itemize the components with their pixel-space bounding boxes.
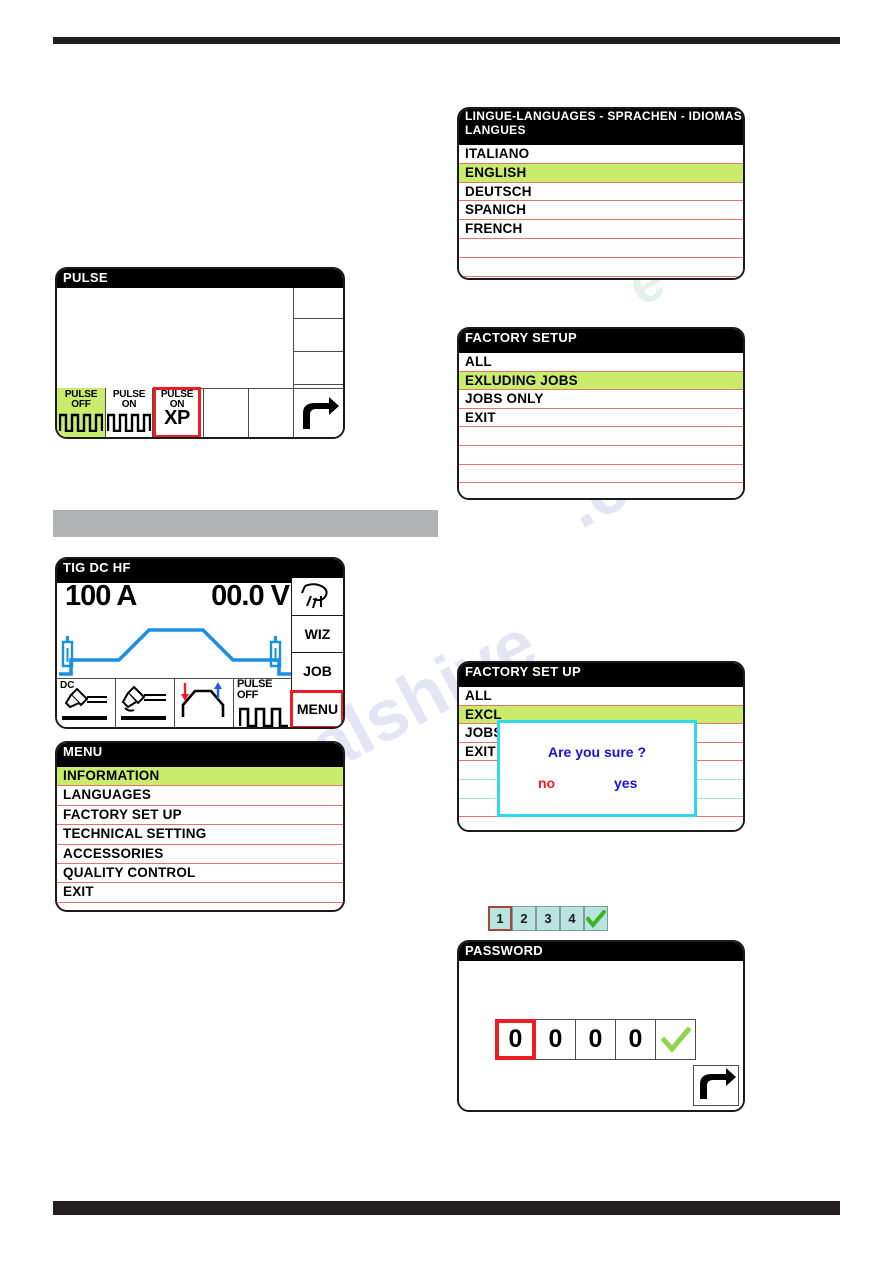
tig-readout-area: 100 A 00.0 V: [57, 578, 293, 678]
password-chip-2[interactable]: 2: [512, 906, 536, 931]
password-screen: PASSWORD 0 0 0 0: [457, 940, 745, 1112]
languages-screen: LINGUE-LANGUAGES - SPRACHEN - IDIOMAS LA…: [457, 107, 745, 280]
language-item-spanich[interactable]: SPANICH: [459, 201, 743, 221]
tig-welding-screen: TIG DC HF 100 A 00.0 V DC PULSE OFF WIZ …: [55, 557, 345, 729]
factory-setup-screen: FACTORY SETUP ALL EXLUDING JOBS JOBS ONL…: [457, 327, 745, 500]
weld-ramp-waveform: [59, 628, 291, 676]
password-confirm-button[interactable]: [655, 1019, 696, 1060]
pulse-wave-icon: [59, 413, 103, 432]
factory-setup-confirm-title: FACTORY SET UP: [459, 663, 743, 687]
grid-hline: [293, 351, 343, 352]
section-gray-band: [53, 510, 438, 537]
pulse-off-button[interactable]: PULSE OFF: [57, 388, 105, 437]
factory-setup-item-empty: [459, 446, 743, 465]
menu-screen-title: MENU: [57, 743, 343, 767]
tig-pulse-button[interactable]: PULSE OFF: [234, 679, 293, 727]
pulse-wave-icon: [107, 413, 151, 432]
factory-setup-confirm-list: ALL EXCL JOBS EXIT Are you sure ? no yes: [459, 687, 743, 830]
pulse-xp-text: XP: [164, 407, 190, 429]
tig-job-button[interactable]: JOB: [291, 653, 343, 691]
pulse-on-button[interactable]: PULSE ON: [105, 388, 153, 437]
menu-item-information[interactable]: INFORMATION: [57, 767, 343, 787]
language-item-french[interactable]: FRENCH: [459, 220, 743, 239]
factory-setup-item-empty: [459, 465, 743, 484]
password-digit-2[interactable]: 0: [535, 1019, 576, 1060]
return-arrow-icon[interactable]: [297, 395, 341, 435]
tig-parameter-bar: DC PULSE OFF: [57, 678, 293, 727]
tig-menu-button[interactable]: MENU: [290, 690, 343, 727]
menu-item-technical-setting[interactable]: TECHNICAL SETTING: [57, 825, 343, 845]
factory-setup-item-empty: [459, 817, 743, 830]
languages-screen-title: LINGUE-LANGUAGES - SPRACHEN - IDIOMAS LA…: [459, 109, 743, 145]
factory-setup-title: FACTORY SETUP: [459, 329, 743, 353]
check-icon: [660, 1026, 691, 1053]
password-digit-1[interactable]: 0: [495, 1019, 536, 1060]
menu-item-languages[interactable]: LANGUAGES: [57, 786, 343, 806]
password-body: 0 0 0 0: [459, 961, 743, 1110]
confirm-dialog-yes-button[interactable]: yes: [614, 775, 637, 791]
tig-slope-button[interactable]: [175, 679, 234, 727]
factory-setup-item-exluding-jobs[interactable]: EXLUDING JOBS: [459, 371, 743, 391]
tig-torch-button[interactable]: [291, 578, 343, 616]
menu-item-exit[interactable]: EXIT: [57, 883, 343, 903]
torch-strike-icon: [121, 685, 166, 720]
language-item-english[interactable]: ENGLISH: [459, 163, 743, 183]
menu-item-quality-control[interactable]: QUALITY CONTROL: [57, 864, 343, 884]
confirm-dialog-no-button[interactable]: no: [538, 775, 555, 791]
page-bottom-rule: [53, 1201, 840, 1215]
torch-icon: [300, 583, 328, 609]
factory-setup-item-jobs-only[interactable]: JOBS ONLY: [459, 390, 743, 409]
factory-setup-item-all[interactable]: ALL: [459, 687, 743, 706]
tig-strike-mode-button[interactable]: [116, 679, 175, 727]
password-chip-1[interactable]: 1: [488, 906, 512, 931]
page-top-rule: [53, 37, 840, 44]
confirm-dialog-question: Are you sure ?: [547, 744, 647, 760]
languages-list: ITALIANO ENGLISH DEUTSCH SPANICH FRENCH: [459, 145, 743, 277]
languages-title-line2: LANGUES: [465, 122, 526, 137]
password-chip-confirm[interactable]: [584, 906, 608, 931]
factory-setup-item-empty: [459, 483, 743, 498]
tig-polarity-dc-button[interactable]: DC: [57, 679, 116, 727]
tig-dc-label: DC: [60, 680, 75, 691]
tig-wiz-button[interactable]: WIZ: [291, 615, 343, 653]
password-chip-4[interactable]: 4: [560, 906, 584, 931]
factory-setup-item-empty: [459, 427, 743, 446]
password-chip-3[interactable]: 3: [536, 906, 560, 931]
pulse-on-xp-button[interactable]: PULSE ON XP: [153, 387, 201, 437]
factory-setup-item-exit[interactable]: EXIT: [459, 409, 743, 428]
grid-hline: [293, 384, 343, 385]
tig-menu-label: MENU: [296, 701, 339, 718]
grid-hline: [293, 318, 343, 319]
tig-side-button-column: WIZ JOB MENU: [290, 578, 343, 727]
languages-title-line1: LINGUE-LANGUAGES - SPRACHEN - IDIOMAS: [465, 109, 743, 123]
language-item-italiano[interactable]: ITALIANO: [459, 145, 743, 164]
pulse-off-label-line2: OFF: [71, 398, 91, 410]
language-item-deutsch[interactable]: DEUTSCH: [459, 183, 743, 202]
return-arrow-icon: [700, 1068, 736, 1099]
menu-item-accessories[interactable]: ACCESSORIES: [57, 845, 343, 864]
pulse-wave-icon: [239, 707, 288, 727]
password-digit-4[interactable]: 0: [615, 1019, 656, 1060]
slope-up-down-icon: [181, 682, 225, 717]
check-icon: [586, 909, 606, 928]
pulse-screen: PULSE PULSE OFF PULSE ON PULSE ON XP: [55, 267, 345, 439]
password-digit-3[interactable]: 0: [575, 1019, 616, 1060]
confirm-dialog: Are you sure ? no yes: [497, 720, 697, 817]
language-item-empty: [459, 239, 743, 258]
password-digit-chips: 1 2 3 4: [488, 906, 608, 931]
password-return-button[interactable]: [693, 1065, 739, 1106]
password-digit-row: 0 0 0 0: [495, 1019, 696, 1060]
menu-list: INFORMATION LANGUAGES FACTORY SET UP TEC…: [57, 767, 343, 903]
factory-setup-item-all[interactable]: ALL: [459, 353, 743, 372]
menu-item-factory-set-up[interactable]: FACTORY SET UP: [57, 806, 343, 826]
pulse-on-label-line2: ON: [121, 398, 137, 410]
factory-setup-confirm-screen: FACTORY SET UP ALL EXCL JOBS EXIT Are yo…: [457, 661, 745, 832]
menu-screen: MENU INFORMATION LANGUAGES FACTORY SET U…: [55, 741, 345, 912]
tig-pulse-label-line2: OFF: [237, 688, 259, 701]
factory-setup-list: ALL EXLUDING JOBS JOBS ONLY EXIT: [459, 353, 743, 498]
language-item-empty: [459, 258, 743, 277]
